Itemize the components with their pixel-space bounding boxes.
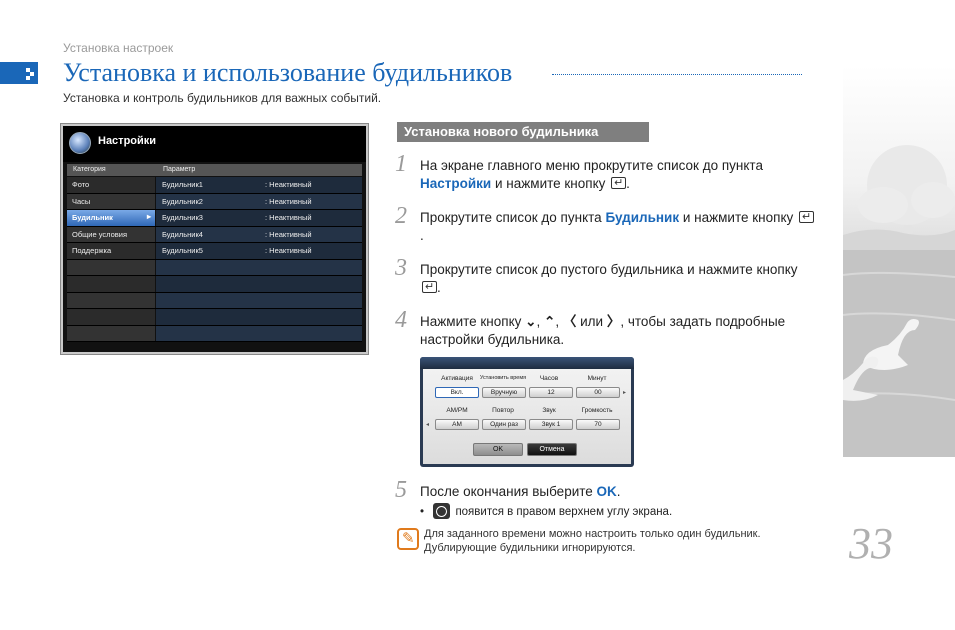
step-number: 4 xyxy=(395,307,407,333)
table-row-empty xyxy=(67,292,362,309)
clock-icon xyxy=(433,503,451,519)
enter-button-icon xyxy=(422,278,437,296)
tv-header: Настройки xyxy=(63,126,366,162)
status-cell: : Неактивный xyxy=(265,213,312,222)
table-row[interactable]: Поддержка Будильник5 : Неактивный xyxy=(67,243,362,260)
label-activation: Активация xyxy=(441,375,473,382)
activation-field[interactable]: Вкл. xyxy=(435,387,479,398)
tv-table: Фото Будильник1 : Неактивный Часы Будильн… xyxy=(67,177,362,346)
status-cell: : Неактивный xyxy=(265,196,312,206)
page-number: 33 xyxy=(849,519,893,568)
label-hours: Часов xyxy=(539,375,559,382)
status-cell: : Неактивный xyxy=(265,229,312,239)
chevron-up-icon: ⌃ xyxy=(544,314,556,329)
section-label: Установка нового будильника xyxy=(397,122,649,142)
status-cell: : Неактивный xyxy=(265,246,312,255)
arrow-left-icon[interactable]: ◂ xyxy=(426,421,429,428)
col-category: Категория xyxy=(73,166,106,173)
chevron-right-icon: 〉 xyxy=(606,314,621,329)
step-number: 2 xyxy=(395,203,407,229)
label-sound: Звук xyxy=(542,407,556,414)
step-number: 5 xyxy=(395,477,407,503)
step-text: Прокрутите список до пустого будильника … xyxy=(420,261,815,297)
bullet-mark: • xyxy=(420,506,425,518)
table-row[interactable]: Общие условия Будильник4 : Неактивный xyxy=(67,226,362,243)
category-cell-selected: Будильник xyxy=(67,210,155,226)
step-number: 3 xyxy=(395,255,407,281)
note-icon xyxy=(397,528,419,550)
step-text: После окончания выберите OK. xyxy=(420,484,621,499)
category-cell: Часы xyxy=(67,193,155,209)
arrow-right-icon[interactable]: ▸ xyxy=(623,389,626,396)
label-minutes: Минут xyxy=(587,375,607,382)
ampm-field[interactable]: AM xyxy=(435,419,479,430)
status-cell: : Неактивный xyxy=(265,180,312,189)
breadcrumb: Установка настроек xyxy=(63,41,174,55)
param-cell: Будильник4 xyxy=(162,229,203,239)
tv-column-header: Категория Параметр xyxy=(67,164,362,176)
chevron-left-icon: 〈 xyxy=(562,314,577,329)
dialog-body: Активация Установить время Часов Минут В… xyxy=(423,369,631,464)
table-row[interactable]: Фото Будильник1 : Неактивный xyxy=(67,177,362,194)
minutes-field[interactable]: 00 xyxy=(576,387,620,398)
category-cell: Фото xyxy=(67,177,155,193)
param-cell: Будильник5 xyxy=(162,246,203,255)
enter-button-icon xyxy=(799,208,815,226)
alarm-settings-dialog: Активация Установить время Часов Минут В… xyxy=(420,357,634,467)
page-title: Установка и использование будильников xyxy=(63,58,513,87)
sound-field[interactable]: Звук 1 xyxy=(529,419,573,430)
table-row[interactable]: Часы Будильник2 : Неактивный xyxy=(67,193,362,210)
step-text: Нажмите кнопку ⌄, ⌃, 〈 или 〉, чтобы зада… xyxy=(420,314,786,347)
chevron-down-icon: ⌄ xyxy=(525,314,537,329)
set-time-field[interactable]: Вручную xyxy=(482,387,526,398)
col-param: Параметр xyxy=(163,166,196,173)
ok-button[interactable]: OK xyxy=(473,443,523,456)
label-repeat: Повтор xyxy=(492,407,514,414)
enter-button-icon xyxy=(611,174,627,192)
volume-field[interactable]: 70 xyxy=(576,419,620,430)
label-volume: Громкость xyxy=(581,407,613,414)
category-cell: Поддержка xyxy=(67,243,155,259)
tv-title: Настройки xyxy=(98,135,157,147)
step-text: Прокрутите список до пункта Будильник и … xyxy=(420,208,815,245)
hours-field[interactable]: 12 xyxy=(529,387,573,398)
table-row-empty xyxy=(67,309,362,326)
table-row[interactable]: Будильник Будильник3 : Неактивный xyxy=(67,210,362,227)
table-row-empty xyxy=(67,276,362,293)
step-text: На экране главного меню прокрутите списо… xyxy=(420,157,815,193)
label-ampm: AM/PM xyxy=(446,407,468,414)
page-subtitle: Установка и контроль будильников для важ… xyxy=(63,91,382,105)
param-cell: Будильник2 xyxy=(162,196,203,206)
table-row-empty xyxy=(67,259,362,276)
label-set-time: Установить время xyxy=(479,375,527,381)
param-cell: Будильник1 xyxy=(162,180,203,189)
dialog-title-bar xyxy=(420,357,634,369)
bullet-text: появится в правом верхнем углу экрана. xyxy=(455,506,673,518)
tv-settings-screenshot: Настройки Категория Параметр Фото Будиль… xyxy=(61,124,368,354)
cancel-button[interactable]: Отмена xyxy=(527,443,577,456)
settings-gear-icon xyxy=(69,132,91,154)
step-number: 1 xyxy=(395,151,407,177)
bullet-item: • появится в правом верхнем углу экрана. xyxy=(420,503,672,519)
category-cell: Общие условия xyxy=(67,226,155,242)
title-rule xyxy=(552,74,802,75)
table-row-empty xyxy=(67,325,362,342)
repeat-field[interactable]: Один раз xyxy=(482,419,526,430)
note-text: Для заданного времени можно настроить то… xyxy=(424,528,761,554)
section-marker xyxy=(0,62,38,84)
param-cell: Будильник3 xyxy=(162,213,203,222)
